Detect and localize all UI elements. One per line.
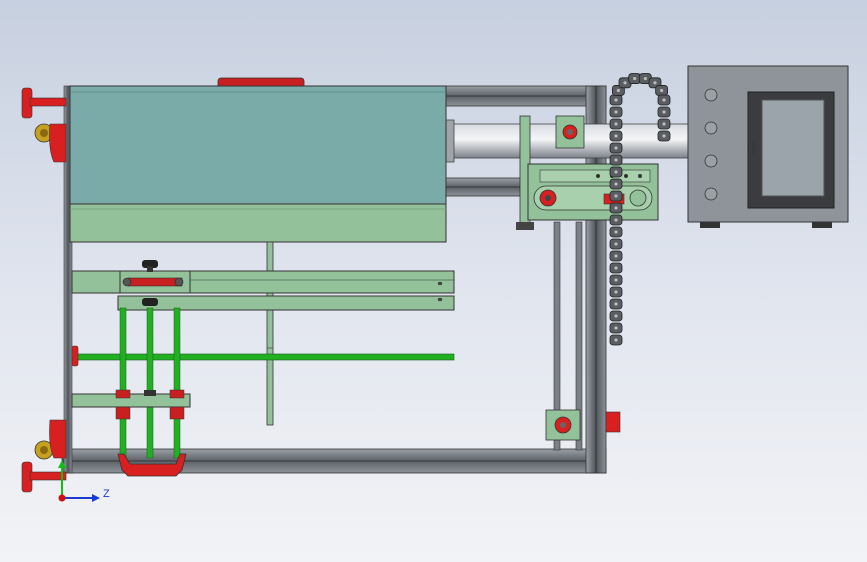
left-supports	[21, 87, 67, 493]
control-box: SU-HMI	[687, 65, 849, 228]
chain-pin	[653, 81, 657, 85]
chain-pin	[614, 254, 618, 258]
chain-pin	[614, 338, 618, 342]
chain-pin	[616, 88, 620, 93]
cad-viewport[interactable]: SU-HMI Z	[0, 0, 867, 562]
indicator-light	[704, 121, 718, 135]
chain-pin	[660, 88, 664, 93]
machine-assembly-drawing: SU-HMI Z	[21, 65, 849, 502]
chain-pin	[623, 81, 627, 85]
lower-plate	[117, 295, 455, 311]
caster-bottom	[34, 419, 67, 460]
chain-pin	[614, 278, 618, 282]
rod-end-cap	[71, 345, 79, 367]
horizontal-rod	[71, 345, 455, 367]
knob-bottom	[142, 298, 158, 306]
chain-pin	[614, 302, 618, 306]
chain-pin	[614, 158, 618, 162]
tank	[69, 77, 447, 243]
chain-pin	[614, 314, 618, 318]
caster-top	[34, 123, 67, 163]
indicator-light	[704, 88, 718, 102]
chain-pin	[614, 326, 618, 330]
chain-pin	[614, 230, 618, 234]
vertical-support-bar	[266, 241, 274, 426]
chain-pin	[662, 122, 666, 126]
chain-pin	[662, 134, 666, 138]
hmi-caption: SU-HMI	[751, 140, 756, 155]
tank-base	[69, 203, 447, 243]
chain-pin	[614, 122, 618, 126]
chain-pin	[614, 218, 618, 222]
chain-pin	[614, 110, 618, 114]
chain-pin	[614, 206, 618, 210]
triad-x-axis	[58, 494, 66, 502]
indicator-light	[704, 154, 718, 168]
chain-pin	[614, 98, 618, 102]
chain-pin	[614, 170, 618, 174]
chain-pin	[614, 266, 618, 270]
leveling-foot-top	[21, 87, 67, 119]
chain-pin	[614, 146, 618, 150]
chain-pin	[614, 290, 618, 294]
triad-z-label: Z	[103, 488, 110, 500]
chain-pin	[662, 110, 666, 114]
chain-pin	[633, 76, 637, 81]
tank-body	[69, 85, 447, 205]
chain-pin	[614, 194, 618, 198]
chain-pin	[614, 182, 618, 186]
indicator-light	[704, 187, 718, 201]
chain-pin	[643, 76, 647, 81]
chain-pin	[614, 134, 618, 138]
chain-pin	[614, 242, 618, 246]
hmi-screen	[761, 99, 825, 197]
chain-pin	[662, 98, 666, 102]
slider-red-bar	[127, 277, 183, 287]
